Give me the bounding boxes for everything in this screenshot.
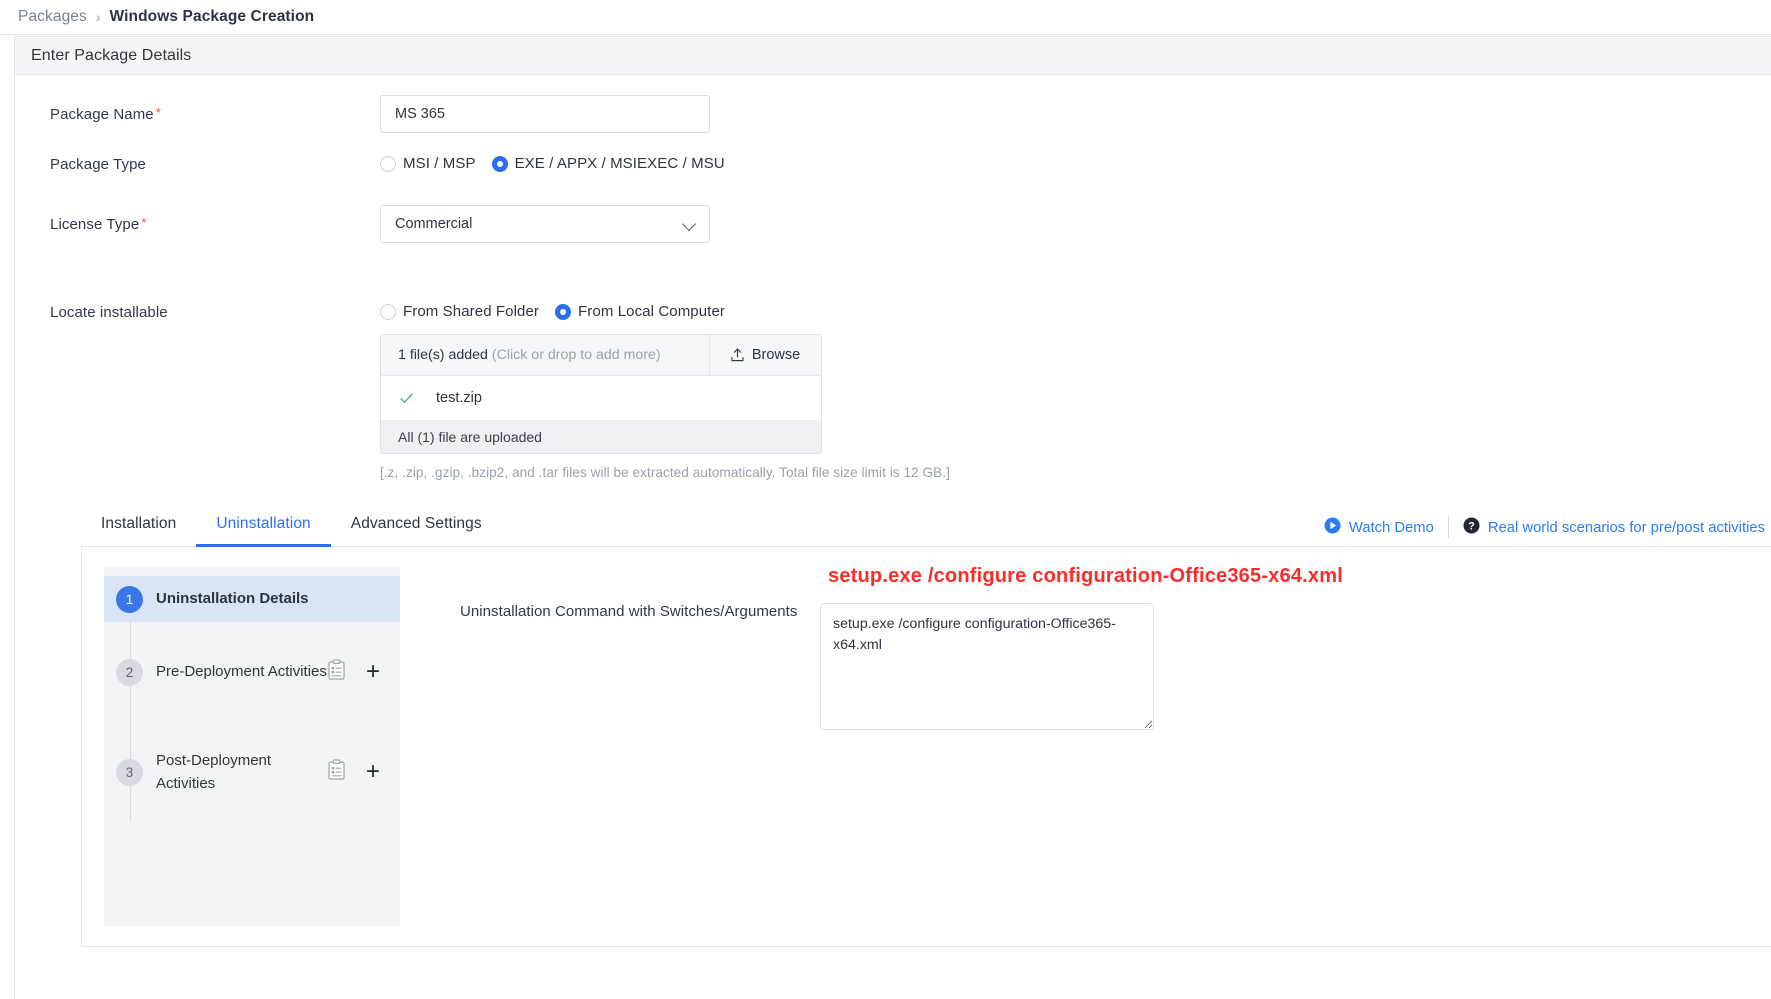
tab-installation[interactable]: Installation: [81, 507, 196, 547]
step-pre-deployment-activities[interactable]: 2 Pre-Deployment Activities: [104, 622, 400, 722]
play-circle-icon: [1324, 517, 1341, 538]
tab-list: Installation Uninstallation Advanced Set…: [81, 507, 502, 546]
real-world-scenarios-link[interactable]: ? Real world scenarios for pre/post acti…: [1448, 517, 1771, 538]
radio-label: MSI / MSP: [403, 155, 476, 172]
file-upload-widget: 1 file(s) added (Click or drop to add mo…: [380, 334, 822, 454]
uninstallation-command-textarea[interactable]: [820, 603, 1154, 730]
help-circle-icon: ?: [1463, 517, 1480, 538]
upload-icon: [731, 348, 744, 362]
radio-button-selected-icon: [555, 304, 571, 320]
step-label: Post-Deployment Activities: [156, 749, 327, 796]
uninstallation-tab-panel: 1 Uninstallation Details 2 Pre-Deploymen…: [81, 547, 1771, 947]
uninstallation-details-form: Uninstallation Command with Switches/Arg…: [400, 547, 1771, 946]
clipboard-list-icon[interactable]: [327, 659, 346, 685]
tabs-right-links: Watch Demo ? Real world scenarios for pr…: [1310, 517, 1771, 546]
page-title: Enter Package Details: [31, 47, 191, 65]
chevron-down-icon: [683, 217, 697, 231]
upload-extension-note: [.z, .zip, .gzip, .bzip2, and .tar files…: [380, 465, 1771, 480]
plus-icon[interactable]: +: [366, 760, 380, 784]
upload-hint-text: (Click or drop to add more): [492, 347, 661, 363]
browse-button[interactable]: Browse: [709, 335, 821, 375]
package-name-label: Package Name*: [15, 95, 380, 123]
radio-from-local-computer[interactable]: From Local Computer: [555, 303, 725, 320]
watch-demo-label: Watch Demo: [1349, 520, 1434, 536]
radio-from-shared-folder[interactable]: From Shared Folder: [380, 303, 539, 320]
red-annotation-text: setup.exe /configure configuration-Offic…: [828, 565, 1343, 588]
form-row-package-name: Package Name* MS 365: [15, 95, 1771, 145]
locate-installable-label: Locate installable: [15, 293, 380, 321]
form-row-package-type: Package Type MSI / MSP EXE / APPX / MSIE…: [15, 145, 1771, 195]
tabs-region: Installation Uninstallation Advanced Set…: [15, 507, 1771, 947]
tab-uninstallation[interactable]: Uninstallation: [196, 507, 330, 547]
browse-button-label: Browse: [752, 347, 800, 363]
package-type-radio-group: MSI / MSP EXE / APPX / MSIEXEC / MSU: [380, 145, 1771, 172]
radio-package-type-exe[interactable]: EXE / APPX / MSIEXEC / MSU: [492, 155, 725, 172]
upload-status-text: 1 file(s) added: [398, 347, 488, 363]
radio-label: From Local Computer: [578, 303, 725, 320]
step-label: Pre-Deployment Activities: [156, 660, 327, 683]
form-row-locate-installable: Locate installable From Shared Folder Fr…: [15, 293, 1771, 480]
plus-icon[interactable]: +: [366, 660, 380, 684]
radio-button-icon: [380, 304, 396, 320]
check-icon: [399, 391, 414, 406]
clipboard-list-icon[interactable]: [327, 759, 346, 785]
form-row-license-type: License Type* Commercial: [15, 205, 1771, 255]
svg-text:?: ?: [1468, 520, 1475, 532]
step-number: 3: [116, 759, 143, 786]
package-form: Package Name* MS 365 Package Type MSI / …: [15, 75, 1771, 947]
license-type-select[interactable]: Commercial: [380, 205, 710, 243]
step-label: Uninstallation Details: [156, 587, 400, 610]
required-marker: *: [141, 215, 146, 230]
step-connector-line: [130, 622, 132, 822]
card-header: Enter Package Details: [15, 37, 1771, 75]
breadcrumb-parent-link[interactable]: Packages: [18, 8, 87, 26]
uninstallation-command-label: Uninstallation Command with Switches/Arg…: [460, 585, 820, 946]
radio-package-type-msi[interactable]: MSI / MSP: [380, 155, 476, 172]
step-list: 1 Uninstallation Details 2 Pre-Deploymen…: [104, 567, 400, 926]
package-details-card: Enter Package Details Package Name* MS 3…: [14, 36, 1771, 999]
step-uninstallation-details[interactable]: 1 Uninstallation Details: [104, 576, 400, 622]
license-type-label-text: License Type: [50, 216, 139, 233]
real-world-scenarios-label: Real world scenarios for pre/post activi…: [1488, 520, 1765, 536]
tabs-bar: Installation Uninstallation Advanced Set…: [81, 507, 1771, 547]
tab-advanced-settings[interactable]: Advanced Settings: [331, 507, 502, 547]
radio-button-icon: [380, 156, 396, 172]
radio-button-selected-icon: [492, 156, 508, 172]
step-number: 2: [116, 659, 143, 686]
license-type-label: License Type*: [15, 205, 380, 233]
package-type-label: Package Type: [15, 145, 380, 173]
file-name: test.zip: [436, 390, 482, 406]
required-marker: *: [156, 105, 161, 120]
radio-label: From Shared Folder: [403, 303, 539, 320]
step-number: 1: [116, 586, 143, 613]
upload-header: 1 file(s) added (Click or drop to add mo…: [381, 335, 821, 376]
breadcrumb-separator-icon: ›: [96, 9, 101, 25]
radio-label: EXE / APPX / MSIEXEC / MSU: [515, 155, 725, 172]
package-name-label-text: Package Name: [50, 106, 154, 123]
license-type-value: Commercial: [395, 216, 472, 232]
locate-installable-radio-group: From Shared Folder From Local Computer: [380, 293, 1771, 320]
package-name-value: MS 365: [395, 106, 445, 122]
upload-footer-status: All (1) file are uploaded: [381, 421, 821, 453]
breadcrumb: Packages › Windows Package Creation: [0, 0, 1771, 35]
package-name-input[interactable]: MS 365: [380, 95, 710, 133]
step-post-deployment-activities[interactable]: 3 Post-Deployment Activities: [104, 722, 400, 822]
uploaded-file-row: test.zip: [381, 376, 821, 421]
upload-dropzone[interactable]: 1 file(s) added (Click or drop to add mo…: [381, 335, 709, 375]
breadcrumb-current: Windows Package Creation: [110, 8, 315, 26]
watch-demo-link[interactable]: Watch Demo: [1310, 517, 1448, 538]
